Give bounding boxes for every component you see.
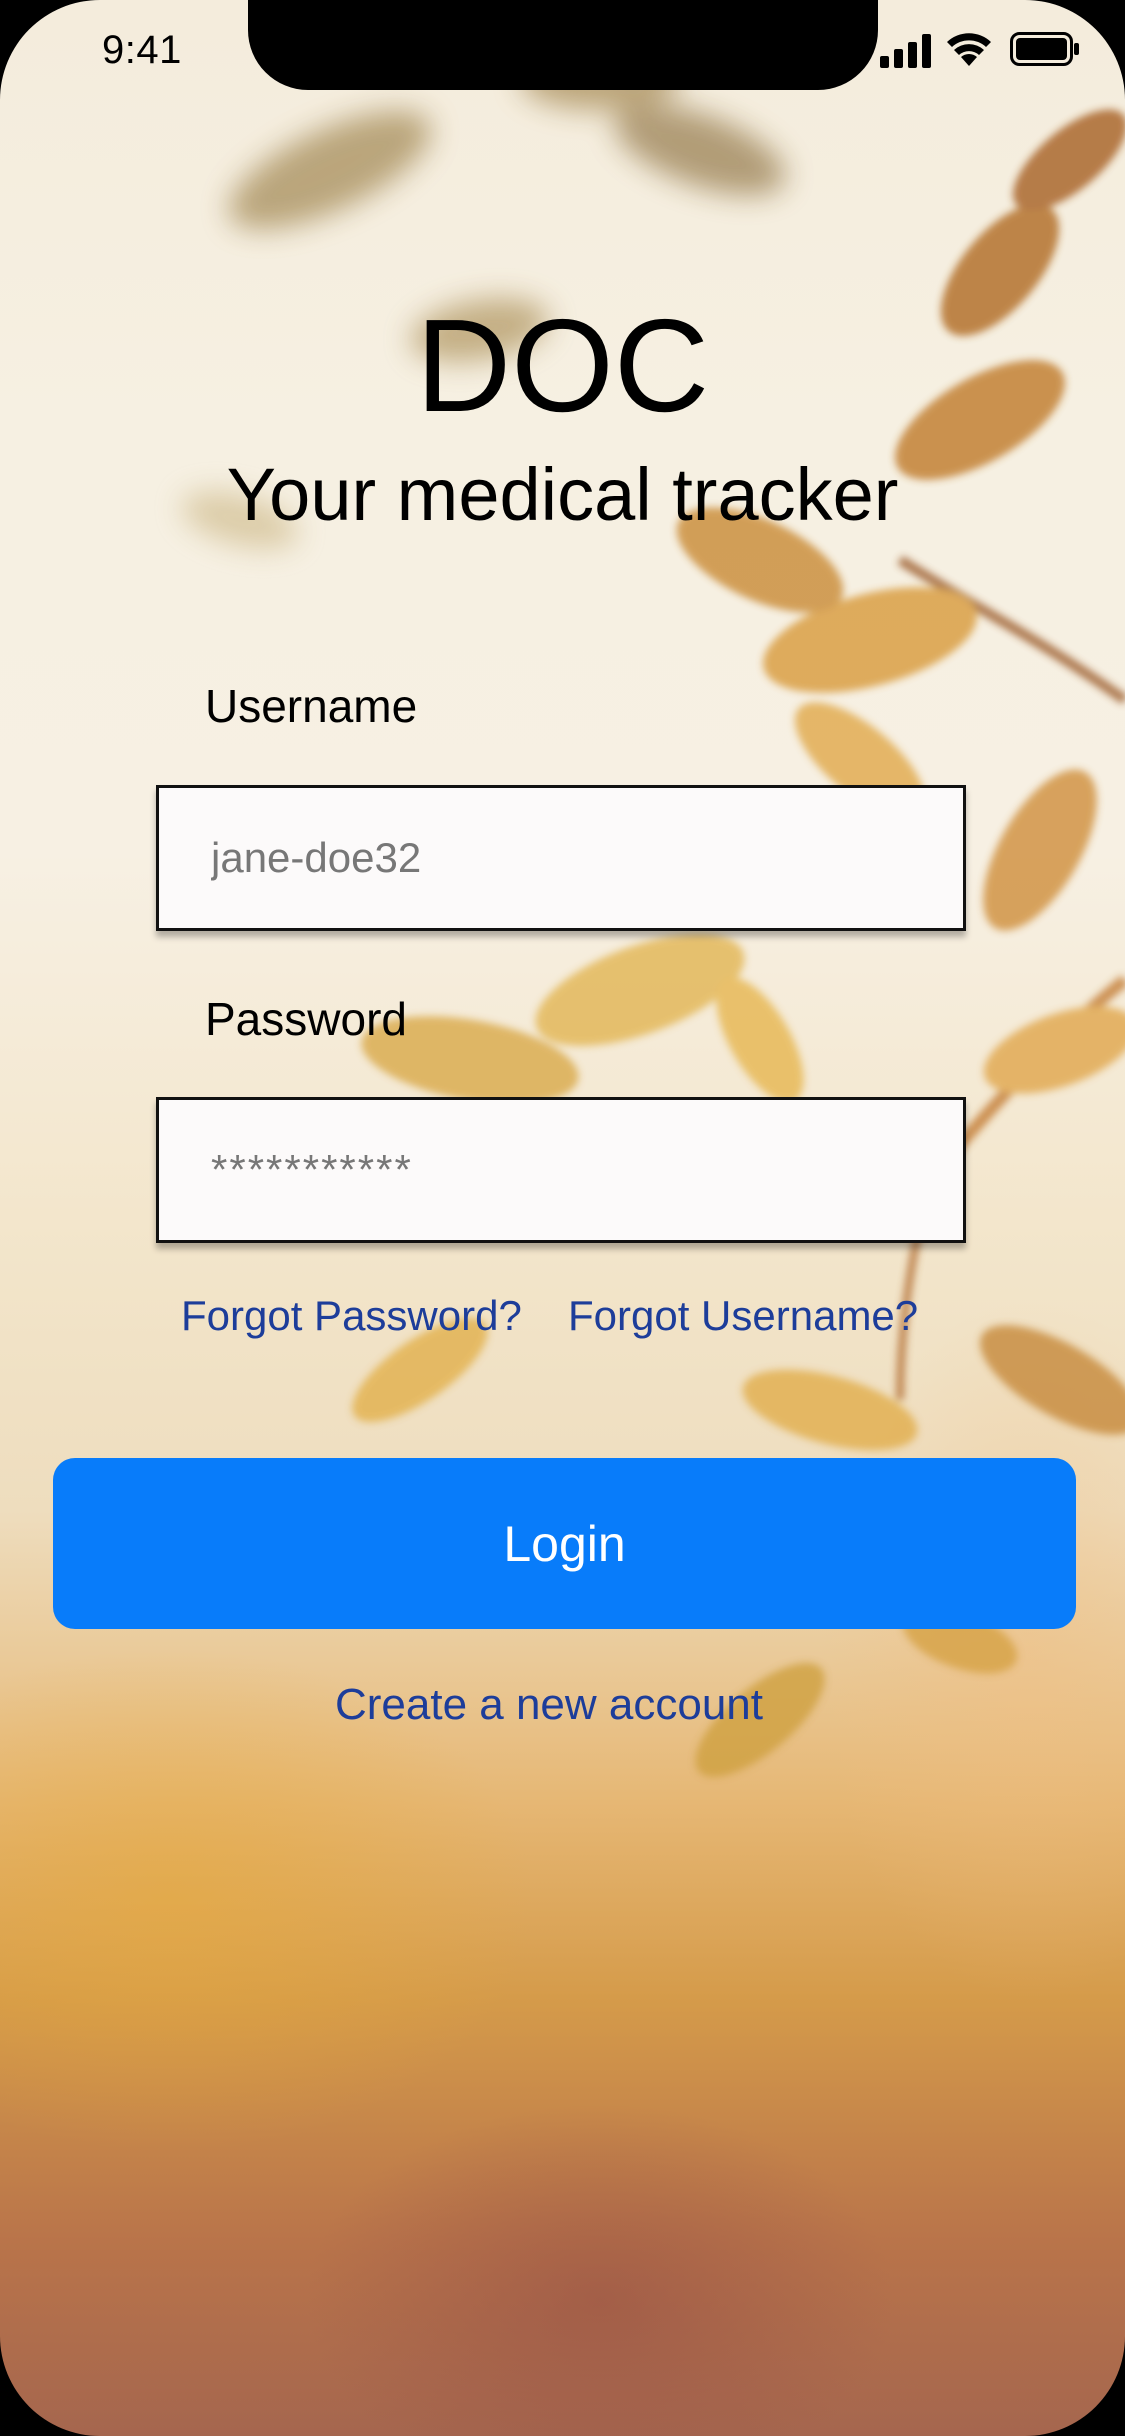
app-title: DOC	[415, 292, 710, 439]
battery-icon	[1010, 32, 1079, 66]
status-time: 9:41	[102, 28, 182, 72]
app-subtitle: Your medical tracker	[226, 453, 899, 536]
login-screen: 9:41 DOC Your medical tracker Username P…	[0, 0, 1125, 2436]
username-input[interactable]	[156, 785, 966, 931]
device-notch	[248, 0, 878, 90]
forgot-username-link[interactable]: Forgot Username?	[568, 1295, 918, 1337]
create-account-link[interactable]: Create a new account	[0, 1683, 1098, 1727]
login-button[interactable]: Login	[53, 1458, 1076, 1629]
password-label: Password	[205, 993, 407, 1045]
wifi-icon	[947, 33, 991, 66]
username-label: Username	[205, 680, 418, 732]
password-input[interactable]	[156, 1097, 966, 1243]
forgot-password-link[interactable]: Forgot Password?	[181, 1295, 522, 1337]
cellular-signal-icon	[880, 34, 931, 68]
status-bar: 9:41	[0, 0, 1125, 100]
